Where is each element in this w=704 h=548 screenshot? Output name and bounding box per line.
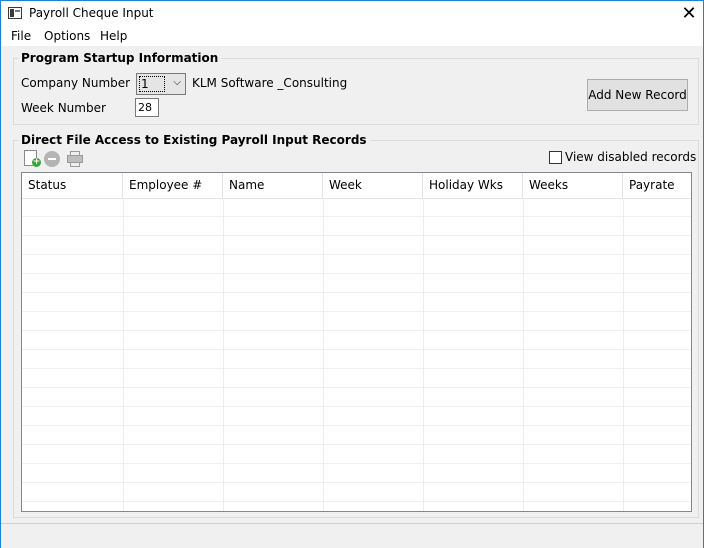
remove-record-button[interactable] — [43, 150, 61, 168]
menu-options[interactable]: Options — [44, 29, 90, 43]
column-payrate[interactable]: Payrate — [623, 173, 691, 198]
menu-help[interactable]: Help — [100, 29, 127, 43]
column-holiday-wks[interactable]: Holiday Wks — [423, 173, 523, 198]
title-bar: Payroll Cheque Input ✕ — [1, 1, 703, 27]
company-number-label: Company Number — [21, 76, 131, 90]
company-number-select[interactable]: 1 ⌵ — [136, 73, 186, 95]
add-new-record-button[interactable]: Add New Record — [587, 79, 688, 111]
table-header: Status Employee # Name Week Holiday Wks … — [22, 173, 691, 199]
window-app-icon — [8, 7, 22, 19]
menu-bar: File Options Help — [1, 27, 703, 46]
startup-group-title: Program Startup Information — [18, 51, 222, 65]
records-table[interactable]: Status Employee # Name Week Holiday Wks … — [21, 172, 692, 512]
records-group-title: Direct File Access to Existing Payroll I… — [18, 133, 370, 147]
close-button[interactable]: ✕ — [675, 1, 703, 27]
column-name[interactable]: Name — [223, 173, 323, 198]
column-week[interactable]: Week — [323, 173, 423, 198]
column-employee-number[interactable]: Employee # — [123, 173, 223, 198]
week-number-field[interactable]: 28 — [135, 98, 159, 117]
new-record-button[interactable]: + — [23, 150, 41, 168]
week-number-label: Week Number — [21, 101, 106, 115]
print-button[interactable] — [66, 150, 84, 168]
view-disabled-label[interactable]: View disabled records — [565, 150, 696, 164]
column-status[interactable]: Status — [22, 173, 123, 198]
remove-record-icon — [44, 151, 60, 167]
dropdown-arrow-icon: ⌵ — [173, 77, 181, 88]
menu-file[interactable]: File — [11, 29, 31, 43]
company-name: KLM Software _Consulting — [192, 76, 348, 90]
status-bar — [1, 523, 703, 548]
main-window: Payroll Cheque Input ✕ File Options Help… — [0, 0, 704, 548]
column-weeks[interactable]: Weeks — [523, 173, 623, 198]
company-number-value: 1 — [139, 76, 165, 92]
view-disabled-checkbox[interactable] — [549, 151, 562, 164]
window-title: Payroll Cheque Input — [29, 6, 154, 20]
